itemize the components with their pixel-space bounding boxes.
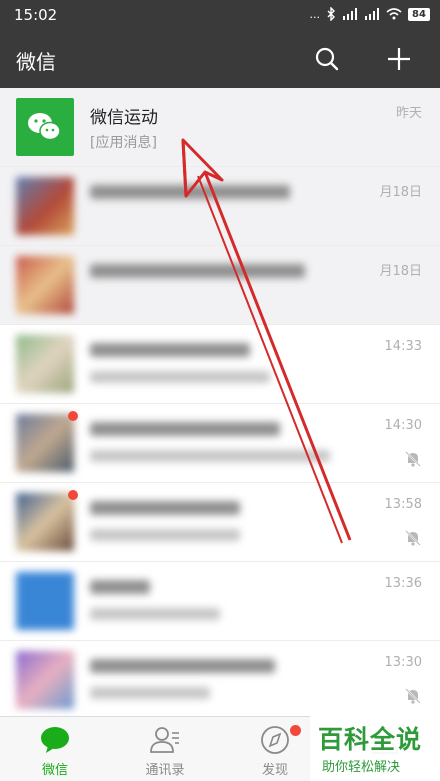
chat-preview — [90, 527, 240, 543]
chat-preview — [90, 606, 220, 622]
chat-title — [90, 340, 250, 360]
mute-bell-icon — [405, 451, 421, 467]
avatar — [16, 414, 74, 472]
chat-title — [90, 498, 240, 518]
chat-item[interactable]: 14:30 — [0, 404, 440, 483]
chat-time: 月18日 — [379, 185, 422, 200]
tab-chats[interactable]: 微信 — [0, 717, 110, 781]
bluetooth-icon — [327, 7, 335, 21]
unread-badge — [68, 411, 78, 421]
avatar — [16, 651, 74, 709]
add-button[interactable] — [383, 43, 415, 75]
chat-time: 13:58 — [384, 497, 422, 512]
chat-time: 月18日 — [379, 264, 422, 279]
contacts-icon — [150, 727, 179, 753]
plus-icon — [388, 48, 410, 70]
wechat-logo-icon — [28, 113, 61, 141]
chat-preview — [90, 685, 210, 701]
mute-bell-icon — [405, 688, 421, 704]
status-icons: ... 84 — [309, 7, 430, 21]
tab-label: 通讯录 — [145, 763, 185, 778]
tab-label: 微信 — [41, 763, 68, 778]
chat-time: 昨天 — [395, 106, 422, 121]
avatar — [16, 493, 74, 551]
chat-preview — [90, 448, 330, 464]
signal-icon — [343, 8, 357, 20]
chat-title — [90, 577, 150, 597]
compass-icon — [261, 726, 289, 754]
chat-time: 13:30 — [384, 655, 422, 670]
chat-title: 微信运动 — [90, 108, 158, 128]
chat-preview — [90, 369, 270, 385]
watermark: 百科全说 助你轻松解决 — [310, 716, 440, 781]
chat-item[interactable]: 月18日 — [0, 167, 440, 246]
chat-preview: [应用消息] — [90, 135, 157, 151]
avatar — [16, 572, 74, 630]
chat-item-wechat-sports[interactable]: 微信运动 [应用消息] 昨天 — [0, 88, 440, 167]
notification-dots: ... — [309, 7, 321, 21]
signal-icon — [365, 8, 379, 20]
mute-bell-icon — [405, 530, 421, 546]
status-bar: 15:02 ... 84 — [0, 0, 440, 30]
battery-icon: 84 — [408, 7, 430, 21]
chat-item[interactable]: 13:58 — [0, 483, 440, 562]
chat-time: 14:33 — [384, 339, 422, 354]
avatar — [16, 177, 74, 235]
page-title: 微信 — [16, 50, 56, 74]
avatar — [16, 335, 74, 393]
chat-item[interactable]: 月18日 — [0, 246, 440, 325]
watermark-title: 百科全说 — [318, 725, 423, 754]
chat-item[interactable]: 13:30 — [0, 641, 440, 716]
chat-list: 微信运动 [应用消息] 昨天 月18日 月18日 14:33 14:30 13:… — [0, 88, 440, 716]
chat-time: 13:36 — [384, 576, 422, 591]
chat-title — [90, 261, 305, 281]
tab-contacts[interactable]: 通讯录 — [110, 717, 220, 781]
chat-bubble-icon — [41, 727, 69, 753]
wifi-icon — [386, 8, 402, 20]
avatar — [16, 98, 74, 156]
watermark-subtitle: 助你轻松解决 — [322, 760, 401, 775]
chat-item[interactable]: 13:36 — [0, 562, 440, 641]
unread-badge — [68, 490, 78, 500]
chat-title — [90, 419, 280, 439]
new-badge — [290, 725, 301, 736]
avatar — [16, 256, 74, 314]
status-time: 15:02 — [14, 6, 58, 24]
search-button[interactable] — [311, 43, 343, 75]
chat-title — [90, 656, 275, 676]
app-bar: 微信 — [0, 30, 440, 88]
chat-item[interactable]: 14:33 — [0, 325, 440, 404]
chat-title — [90, 182, 290, 202]
search-icon — [315, 47, 339, 71]
chat-time: 14:30 — [384, 418, 422, 433]
